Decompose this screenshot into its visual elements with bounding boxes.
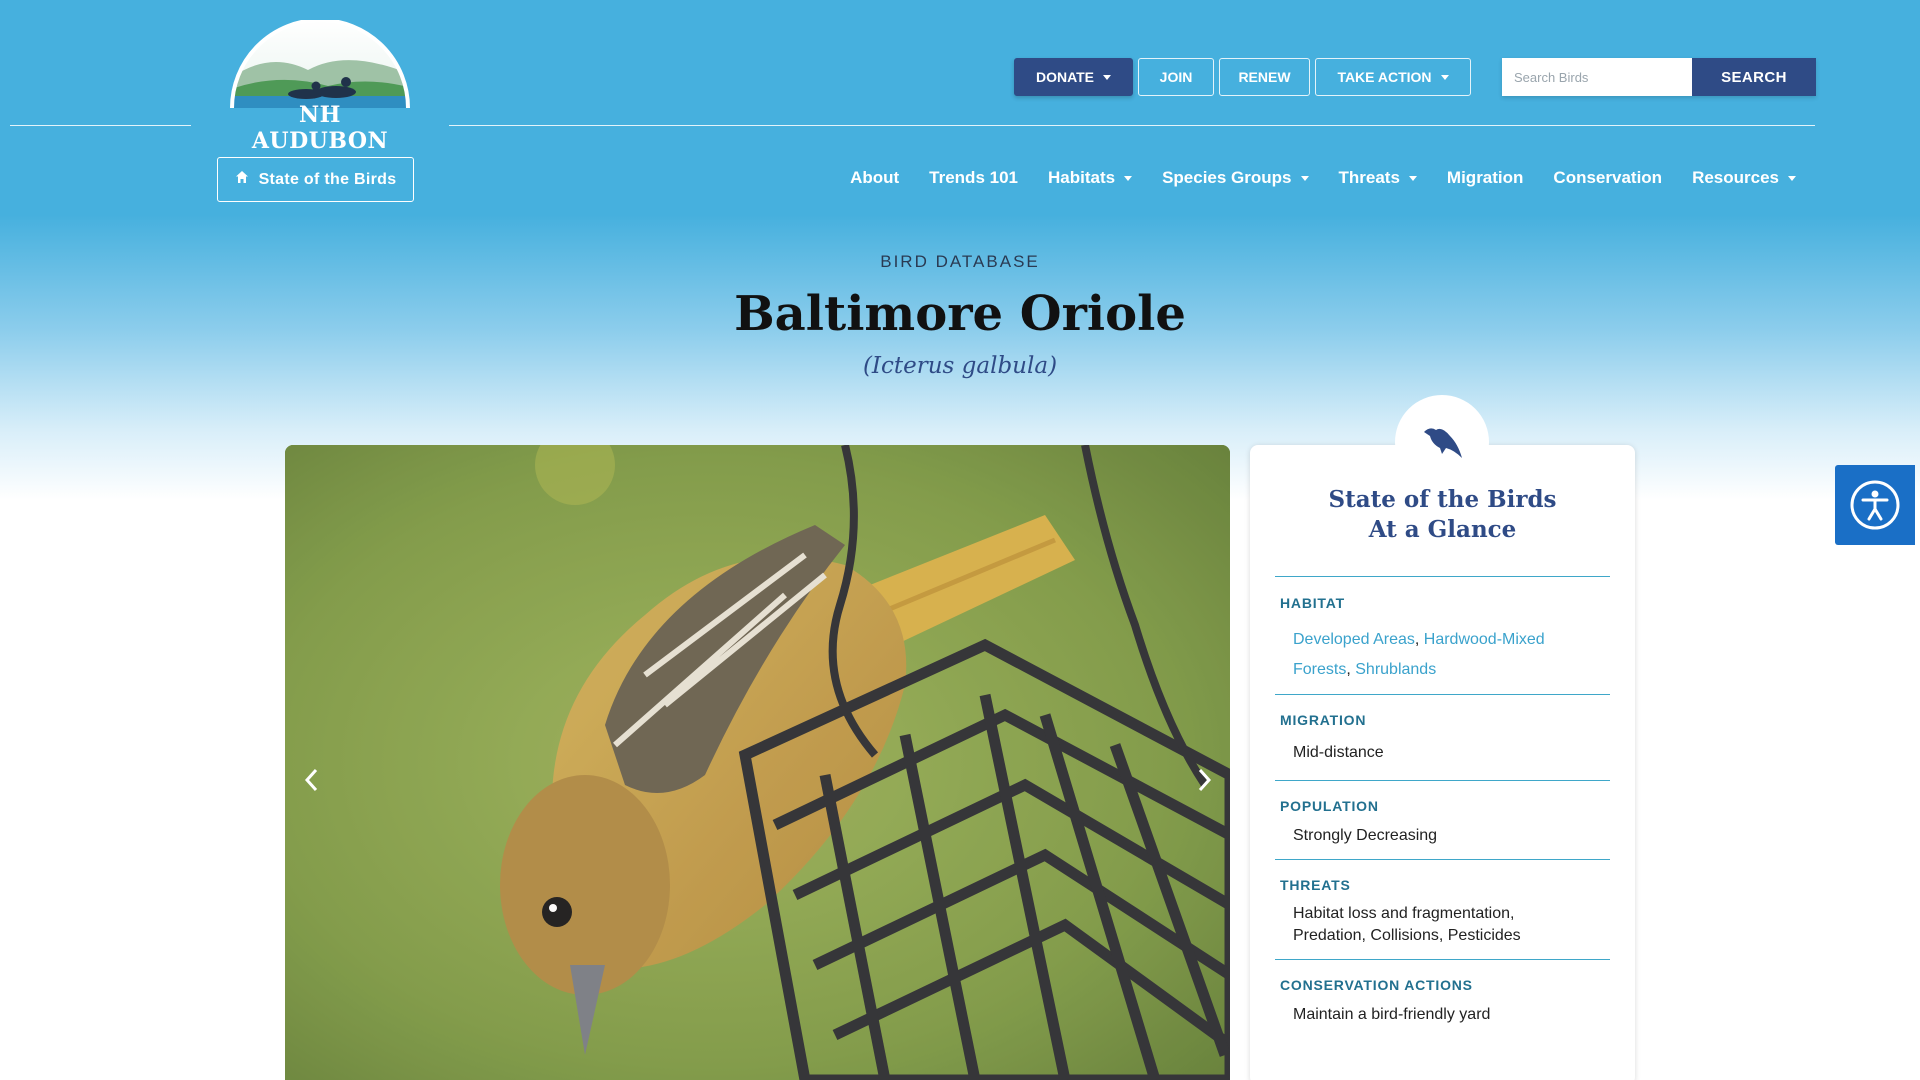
join-button[interactable]: JOIN bbox=[1138, 58, 1214, 96]
habitat-link-shrublands[interactable]: Shrublands bbox=[1355, 661, 1436, 678]
nav-about-label: About bbox=[850, 168, 900, 187]
nav-trends-101[interactable]: Trends 101 bbox=[929, 168, 1018, 188]
nav-about[interactable]: About bbox=[850, 168, 899, 188]
caret-down-icon bbox=[1408, 175, 1417, 181]
take-action-label: TAKE ACTION bbox=[1337, 69, 1432, 85]
bird-photo-gallery[interactable] bbox=[285, 445, 1230, 1080]
nav-threats[interactable]: Threats bbox=[1339, 168, 1417, 188]
glance-title: State of the Birds At a Glance bbox=[1250, 485, 1635, 545]
nav-conservation[interactable]: Conservation bbox=[1553, 168, 1662, 188]
glance-divider bbox=[1275, 780, 1610, 781]
nav-conservation-label: Conservation bbox=[1553, 168, 1663, 187]
chevron-right-icon bbox=[1198, 768, 1212, 792]
habitat-link-forests[interactable]: Forests bbox=[1293, 661, 1346, 678]
gallery-prev-button[interactable] bbox=[296, 765, 326, 795]
header-divider-right bbox=[449, 125, 1815, 126]
page-eyebrow: BIRD DATABASE bbox=[880, 252, 1040, 271]
threats-line-1: Habitat loss and fragmentation, bbox=[1293, 905, 1515, 922]
join-label: JOIN bbox=[1159, 69, 1193, 85]
migration-heading: MIGRATION bbox=[1280, 712, 1367, 728]
nav-habitats-label: Habitats bbox=[1047, 168, 1116, 187]
habitat-heading: HABITAT bbox=[1280, 595, 1345, 611]
nav-resources-label: Resources bbox=[1692, 168, 1779, 187]
card-badge bbox=[1395, 395, 1489, 489]
population-heading: POPULATION bbox=[1280, 798, 1379, 814]
donate-button[interactable]: DONATE bbox=[1014, 58, 1133, 96]
habitat-link-hardwood-mixed[interactable]: Hardwood-Mixed bbox=[1424, 631, 1545, 648]
search-input[interactable] bbox=[1502, 58, 1692, 96]
conservation-value: Maintain a bird-friendly yard bbox=[1293, 1006, 1491, 1023]
accessibility-button[interactable] bbox=[1835, 465, 1915, 545]
donate-label: DONATE bbox=[1035, 69, 1095, 85]
nav-resources[interactable]: Resources bbox=[1692, 168, 1796, 188]
caret-down-icon bbox=[1124, 175, 1133, 181]
caret-down-icon bbox=[1300, 175, 1309, 181]
nav-migration[interactable]: Migration bbox=[1447, 168, 1524, 188]
page-title: Baltimore Oriole bbox=[734, 286, 1186, 342]
glance-divider bbox=[1275, 859, 1610, 860]
migration-value: Mid-distance bbox=[1293, 744, 1384, 761]
glance-divider bbox=[1275, 959, 1610, 960]
nav-species-groups[interactable]: Species Groups bbox=[1162, 168, 1309, 188]
gallery-next-button[interactable] bbox=[1190, 765, 1220, 795]
bird-photo bbox=[285, 445, 1230, 1080]
nav-habitats[interactable]: Habitats bbox=[1047, 168, 1133, 188]
caret-down-icon bbox=[1440, 74, 1449, 80]
main-nav: About Trends 101 Habitats Species Groups… bbox=[850, 168, 1796, 188]
habitat-values: Developed Areas, Hardwood-Mixed Forests,… bbox=[1293, 625, 1593, 685]
population-value: Strongly Decreasing bbox=[1293, 827, 1438, 844]
scientific-name: (Icterus galbula) bbox=[862, 353, 1058, 379]
home-icon bbox=[235, 170, 249, 189]
habitat-separator: , bbox=[1414, 631, 1420, 648]
glance-divider bbox=[1275, 576, 1610, 577]
caret-down-icon bbox=[1788, 175, 1796, 181]
state-of-the-birds-button[interactable]: State of the Birds bbox=[217, 157, 414, 202]
nav-migration-label: Migration bbox=[1446, 168, 1524, 187]
glance-title-line-1: State of the Birds bbox=[1328, 486, 1557, 513]
chevron-left-icon bbox=[304, 768, 318, 792]
nav-trends-label: Trends 101 bbox=[929, 168, 1018, 187]
nav-threats-label: Threats bbox=[1338, 168, 1400, 187]
habitat-separator: , bbox=[1346, 661, 1351, 678]
nav-species-groups-label: Species Groups bbox=[1162, 168, 1292, 187]
threats-heading: THREATS bbox=[1280, 877, 1351, 893]
logo-wordmark: NH AUDUBON bbox=[251, 102, 389, 154]
bird-icon bbox=[1424, 428, 1462, 458]
search-form: SEARCH bbox=[1502, 58, 1816, 96]
habitat-link-developed-areas[interactable]: Developed Areas bbox=[1293, 631, 1415, 648]
search-button[interactable]: SEARCH bbox=[1692, 58, 1816, 96]
header-actions: DONATE JOIN RENEW TAKE ACTION bbox=[1014, 58, 1471, 96]
header-divider-left bbox=[10, 125, 191, 126]
threats-value: Habitat loss and fragmentation, Predatio… bbox=[1293, 903, 1593, 947]
glance-divider bbox=[1275, 694, 1610, 695]
caret-down-icon bbox=[1103, 74, 1112, 80]
state-of-the-birds-label: State of the Birds bbox=[258, 170, 397, 188]
threats-line-2: Predation, Collisions, Pesticides bbox=[1293, 927, 1521, 944]
renew-label: RENEW bbox=[1238, 69, 1291, 85]
renew-button[interactable]: RENEW bbox=[1219, 58, 1310, 96]
conservation-heading: CONSERVATION ACTIONS bbox=[1280, 977, 1473, 993]
accessibility-icon bbox=[1850, 480, 1900, 530]
take-action-button[interactable]: TAKE ACTION bbox=[1315, 58, 1471, 96]
glance-title-line-2: At a Glance bbox=[1368, 516, 1517, 543]
